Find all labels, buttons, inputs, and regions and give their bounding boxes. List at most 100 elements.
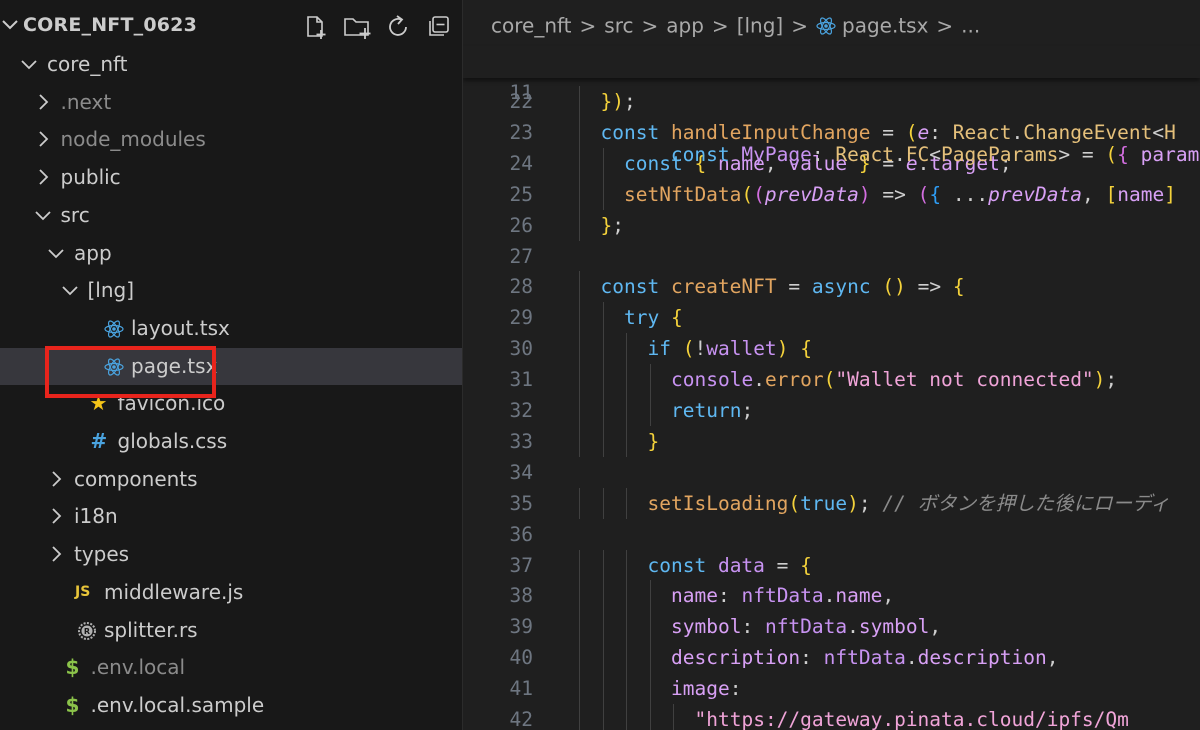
breadcrumb-separator: > (641, 13, 659, 38)
tree-folder[interactable]: node_modules (0, 121, 462, 158)
react-icon (104, 358, 124, 376)
tree-item-label: layout.tsx (131, 315, 230, 340)
tree-item-label: .next (60, 89, 112, 114)
new-file-icon[interactable] (303, 14, 329, 40)
code-text: "https://gateway.pinata.cloud/ipfs/Qm (694, 708, 1129, 730)
sticky-code: const MyPage: React.FC<PageParams> = ({ … (670, 143, 1200, 166)
code-text: setIsLoading(true); // ボタンを押した後にローディ (647, 491, 1170, 515)
tree-folder[interactable]: .next (0, 84, 462, 121)
chevron-right-icon[interactable] (34, 168, 52, 186)
tree-item-label: public (60, 165, 121, 190)
code-line[interactable]: 32 return; (463, 395, 1200, 426)
chevron-down-icon[interactable] (34, 206, 52, 224)
tree-file[interactable]: # globals.css (0, 423, 462, 460)
react-icon (816, 16, 836, 35)
tree-file[interactable]: page.tsx (0, 347, 462, 385)
breadcrumb-item[interactable]: [lng] (737, 14, 784, 38)
chevron-down-icon[interactable] (0, 14, 20, 34)
tree-item-label: [lng] (87, 278, 135, 303)
code-line[interactable]: 36 (463, 519, 1200, 550)
code-text: name: nftData.name, (671, 584, 895, 608)
line-number: 25 (509, 182, 533, 206)
tree-item-label: splitter.rs (104, 617, 198, 642)
tree-item-label: .env.local.sample (90, 692, 265, 717)
svg-text:R: R (84, 627, 90, 636)
chevron-down-icon[interactable] (20, 55, 38, 73)
tree-item-label: .env.local (90, 655, 186, 680)
line-number: 31 (509, 368, 533, 392)
breadcrumb-separator: > (936, 13, 954, 38)
new-folder-icon[interactable] (343, 14, 373, 40)
tree-folder[interactable]: public (0, 159, 462, 196)
code-line[interactable]: 31 console.error("Wallet not connected")… (463, 364, 1200, 396)
css-file-icon: # (90, 429, 108, 453)
js-file-icon: JS (75, 583, 91, 600)
breadcrumb-item[interactable]: page.tsx (842, 14, 928, 38)
tree-item-label: favicon.ico (117, 391, 226, 416)
line-number: 40 (509, 646, 533, 670)
code-text: const createNFT = async () => { (600, 275, 965, 299)
code-line[interactable]: 42 "https://gateway.pinata.cloud/ipfs/Qm (463, 704, 1200, 730)
chevron-down-icon[interactable] (61, 281, 79, 299)
tree-folder[interactable]: types (0, 536, 462, 573)
code-line[interactable]: 26 }; (463, 209, 1200, 241)
code-line[interactable]: 40 description: nftData.description, (463, 642, 1200, 674)
breadcrumb-item[interactable]: core_nft (491, 14, 572, 38)
star-icon: ★ (89, 391, 108, 416)
code-line[interactable]: 34 (463, 457, 1200, 488)
collapse-all-icon[interactable] (426, 14, 452, 40)
breadcrumb-item[interactable]: ... (961, 14, 980, 38)
code-line[interactable]: 29 try { (463, 302, 1200, 334)
tree-file[interactable]: JS middleware.js (0, 574, 462, 611)
code-line[interactable]: 33 } (463, 425, 1200, 457)
chevron-right-icon[interactable] (47, 507, 65, 525)
env-file-icon: $ (65, 692, 80, 717)
tree-folder[interactable]: app (0, 235, 462, 272)
line-number: 32 (509, 399, 533, 422)
tree-item-label: globals.css (117, 429, 228, 453)
line-number: 39 (509, 615, 533, 639)
tree-folder[interactable]: src (0, 197, 462, 234)
code-line[interactable]: 41 image: (463, 673, 1200, 705)
tree-item-label: node_modules (60, 127, 206, 152)
tree-folder[interactable]: components (0, 461, 462, 498)
code-line[interactable]: 38 name: nftData.name, (463, 580, 1200, 612)
breadcrumb-item[interactable]: app (666, 14, 704, 38)
tree-item-label: core_nft (47, 52, 128, 76)
line-number: 37 (509, 553, 533, 577)
tree-folder[interactable]: core_nft (0, 46, 462, 83)
line-number: 42 (509, 708, 533, 730)
chevron-right-icon[interactable] (47, 470, 65, 488)
code-line[interactable]: 35 setIsLoading(true); // ボタンを押した後にローディ (463, 487, 1200, 519)
tree-file[interactable]: $ .env.local (0, 649, 462, 686)
tree-folder[interactable]: [lng] (0, 272, 462, 309)
tree-file[interactable]: Rsplitter.rs (0, 612, 462, 649)
code-line[interactable]: 28 const createNFT = async () => { (463, 271, 1200, 303)
line-number: 35 (509, 491, 533, 515)
tree-file[interactable]: ★ favicon.ico (0, 385, 462, 422)
breadcrumb-item[interactable]: src (604, 14, 633, 38)
code-line[interactable]: 30 if (!wallet) { (463, 333, 1200, 365)
tree-item-label: i18n (74, 504, 118, 529)
code-line[interactable]: 37 const data = { (463, 549, 1200, 581)
code-line[interactable]: 39 symbol: nftData.symbol, (463, 611, 1200, 643)
chevron-right-icon[interactable] (34, 93, 52, 111)
workspace-root-title[interactable]: CORE_NFT_0623 (23, 14, 197, 36)
code-line[interactable]: 27 (463, 241, 1200, 272)
line-number: 26 (509, 213, 533, 237)
code-text: }; (600, 213, 625, 237)
breadcrumb-separator: > (579, 13, 597, 38)
tree-file[interactable]: $ .env.local.sample (0, 687, 462, 724)
tree-folder[interactable]: i18n (0, 498, 462, 535)
code-text: return; (671, 399, 754, 422)
breadcrumb: core_nft > src > app > [lng] > page.tsx >... (491, 12, 980, 42)
refresh-icon[interactable] (386, 14, 412, 40)
line-number: 28 (509, 275, 533, 299)
sticky-scroll-line[interactable]: 11 const MyPage: React.FC<PageParams> = … (463, 46, 1200, 166)
chevron-down-icon[interactable] (47, 244, 65, 262)
line-number: 29 (509, 306, 533, 330)
code-text: const data = { (647, 553, 812, 577)
tree-file[interactable]: layout.tsx (0, 310, 462, 347)
chevron-right-icon[interactable] (47, 545, 65, 563)
chevron-right-icon[interactable] (34, 130, 52, 148)
